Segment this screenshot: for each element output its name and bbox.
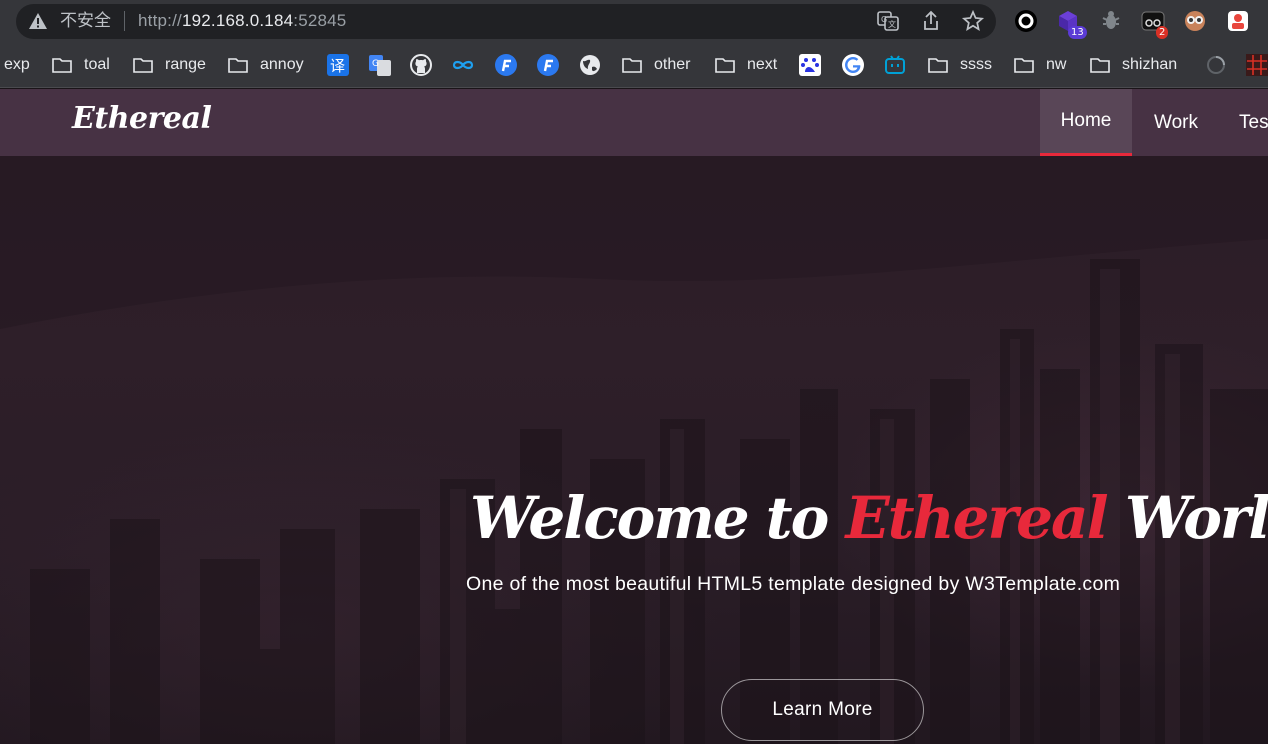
warning-icon[interactable] (28, 12, 48, 30)
bookmark-label: nw (1046, 56, 1067, 73)
site-navbar: Ethereal Home Work Tes (0, 89, 1268, 156)
hero-title-part1: Welcome to (470, 484, 846, 552)
web-page: Ethereal Home Work Tes Welcome to Ethere… (0, 89, 1268, 744)
grid-icon[interactable] (1245, 53, 1268, 77)
hero-title-part2: World (1124, 484, 1268, 552)
bookmark-folder-annoy[interactable]: annoy (228, 42, 304, 88)
bookmark-label: exp (4, 56, 30, 73)
url-host: 192.168.0.184 (181, 11, 294, 30)
learn-more-button[interactable]: Learn More (721, 679, 924, 741)
bookmark-folder-ssss[interactable]: ssss (928, 42, 992, 88)
folder-icon (1090, 58, 1110, 73)
folder-icon (228, 58, 248, 73)
bookmark-label: range (165, 56, 206, 73)
url-port: :52845 (293, 11, 347, 30)
google-translate-icon[interactable]: G (368, 53, 392, 77)
hero-title-accent: Ethereal (845, 484, 1108, 552)
translate-page-icon[interactable]: G 文 (876, 9, 900, 33)
infinity-icon[interactable] (451, 53, 475, 77)
hero-title: Welcome to Ethereal World (470, 482, 1268, 554)
nav-testimonials-label: Tes (1239, 111, 1268, 133)
bookmark-folder-shizhan[interactable]: shizhan (1090, 42, 1177, 88)
bookmark-folder-nw[interactable]: nw (1014, 42, 1066, 88)
extension-bug-icon[interactable] (1099, 9, 1123, 33)
extension-record-icon[interactable] (1014, 9, 1038, 33)
url-text[interactable]: http://192.168.0.184:52845 (138, 10, 346, 32)
security-label[interactable]: 不安全 (60, 10, 111, 32)
city-skyline-background (0, 89, 1268, 744)
f-logo-icon[interactable] (536, 53, 560, 77)
globe-icon[interactable] (578, 53, 602, 77)
bookmarks-bar: exp toal range annoy 译 G other next ssss… (0, 42, 1268, 88)
spinner-icon[interactable] (1204, 53, 1228, 77)
bookmark-label: next (747, 56, 778, 73)
extension-badge-2: 2 (1156, 26, 1169, 39)
bookmark-exp[interactable]: exp (4, 42, 30, 88)
extension-avatar-icon[interactable] (1226, 9, 1250, 33)
folder-icon (622, 58, 642, 73)
omnibox-divider (124, 11, 125, 31)
github-icon[interactable] (409, 53, 433, 77)
bookmark-label: shizhan (1122, 56, 1178, 73)
google-icon[interactable] (841, 53, 865, 77)
svg-text:文: 文 (888, 19, 896, 29)
folder-icon (1014, 58, 1034, 73)
bilibili-icon[interactable] (883, 53, 907, 77)
folder-icon (928, 58, 948, 73)
extension-owl-icon[interactable] (1183, 9, 1207, 33)
bookmark-label: toal (84, 56, 110, 73)
folder-icon (715, 58, 735, 73)
nav-home-label: Home (1060, 110, 1112, 131)
translate-bookmark-icon[interactable]: 译 (326, 53, 350, 77)
nav-work[interactable]: Work (1132, 89, 1220, 156)
translate-glyph: 译 (330, 57, 345, 75)
svg-text:G: G (372, 59, 379, 69)
site-logo[interactable]: Ethereal (72, 101, 212, 136)
f-logo-icon[interactable] (494, 53, 518, 77)
share-icon[interactable] (919, 9, 943, 33)
bookmark-folder-other[interactable]: other (622, 42, 690, 88)
bookmark-folder-toal[interactable]: toal (52, 42, 110, 88)
hero-subtitle: One of the most beautiful HTML5 template… (466, 573, 1121, 595)
folder-icon (52, 58, 72, 73)
browser-toolbar: 不安全 http://192.168.0.184:52845 G 文 13 2 (0, 0, 1268, 42)
bookmark-star-icon[interactable] (961, 9, 985, 33)
nav-work-label: Work (1154, 111, 1198, 133)
baidu-icon[interactable] (798, 53, 822, 77)
url-scheme: http:// (138, 11, 182, 30)
bookmark-label: annoy (260, 56, 304, 73)
nav-testimonials[interactable]: Tes (1220, 89, 1268, 156)
bookmark-folder-next[interactable]: next (715, 42, 777, 88)
extension-badge-13: 13 (1068, 26, 1087, 39)
svg-text:G: G (881, 15, 887, 24)
nav-home[interactable]: Home (1040, 89, 1132, 156)
bookmark-label: other (654, 56, 691, 73)
bookmark-folder-range[interactable]: range (133, 42, 206, 88)
bookmark-label: ssss (960, 56, 992, 73)
folder-icon (133, 58, 153, 73)
